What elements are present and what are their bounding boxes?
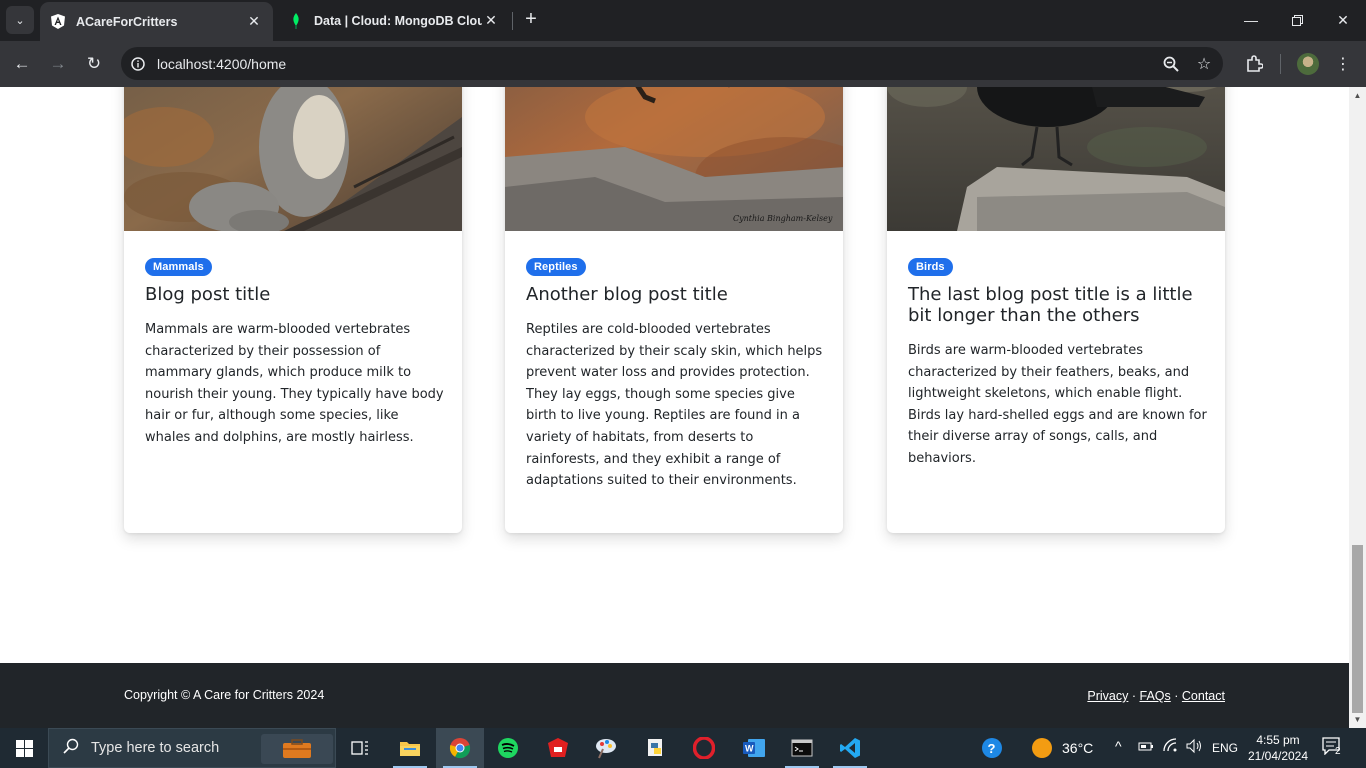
post-title[interactable]: Blog post title [145,284,445,305]
blackbird-photo [887,87,1225,231]
clock-time: 4:55 pm [1256,733,1300,747]
restore-icon[interactable] [1274,0,1320,40]
windows-start-icon[interactable] [0,728,48,768]
tab-title: Data | Cloud: MongoDB Cloud [314,13,482,28]
lizard-photo: Cynthia Bingham-Kelsey [505,87,843,231]
faqs-link[interactable]: FAQs [1140,689,1171,703]
close-window-icon[interactable]: ✕ [1320,0,1366,40]
page-scrollbar[interactable]: ▲ ▼ [1349,87,1366,728]
taskbar-clock[interactable]: 4:55 pm 21/04/2024 [1238,732,1318,764]
url-text: localhost:4200/home [157,55,287,72]
tab-mongodb-cloud[interactable]: Data | Cloud: MongoDB Cloud ✕ [278,0,510,41]
briefcase-icon [261,734,333,764]
browser-toolbar: ← → ↻ localhost:4200/home ☆ ⋮ [0,41,1366,87]
weather-temperature[interactable]: 36°C [1062,740,1093,756]
category-badge[interactable]: Reptiles [526,258,586,276]
volume-icon[interactable] [1186,738,1204,757]
blog-card-mammals[interactable]: Mammals Blog post title Mammals are warm… [124,87,462,533]
contact-link[interactable]: Contact [1182,689,1225,703]
post-title[interactable]: Another blog post title [526,284,826,305]
close-tab-icon[interactable]: ✕ [245,13,263,30]
search-placeholder: Type here to search [91,740,220,756]
card-body: Mammals Blog post title Mammals are warm… [145,257,445,449]
tab-title: ACareForCritters [76,14,178,29]
notification-center-icon[interactable]: 2 [1322,737,1346,759]
language-indicator[interactable]: ENG [1212,741,1238,755]
notification-count: 2 [1335,746,1341,757]
forward-arrow-icon[interactable]: → [45,51,71,77]
card-body: Birds The last blog post title is a litt… [908,257,1208,470]
post-text: Reptiles are cold-blooded vertebrates ch… [526,322,823,489]
scroll-down-icon[interactable]: ▼ [1353,715,1362,724]
blog-card-birds[interactable]: Birds The last blog post title is a litt… [887,87,1225,533]
chrome-menu-icon[interactable]: ⋮ [1330,51,1356,77]
minimize-icon[interactable]: — [1228,0,1274,40]
site-info-icon[interactable] [127,53,149,75]
vscode-icon[interactable] [826,728,874,768]
zoom-icon[interactable] [1161,54,1181,74]
address-bar[interactable]: localhost:4200/home ☆ [121,47,1223,80]
paint-app-icon[interactable] [582,728,630,768]
chevron-up-icon[interactable]: ^ [1115,738,1122,754]
opera-icon[interactable] [680,728,728,768]
blog-card-reptiles[interactable]: Cynthia Bingham-Kelsey Reptiles Another … [505,87,843,533]
tab-acareforcritters[interactable]: ACareForCritters ✕ [40,2,273,41]
angular-logo-icon [50,14,66,30]
extensions-puzzle-icon[interactable] [1241,51,1267,77]
terminal-icon[interactable] [778,728,826,768]
profile-avatar[interactable] [1297,53,1319,75]
search-icon [63,738,79,759]
category-badge[interactable]: Birds [908,258,953,276]
help-icon[interactable]: ? [968,728,1016,768]
close-tab-icon[interactable]: ✕ [482,12,500,29]
garena-icon[interactable] [534,728,582,768]
mongodb-leaf-icon [288,12,304,29]
chevron-down-icon: ⌄ [15,14,25,27]
svg-text:?: ? [988,741,996,756]
task-view-icon[interactable] [336,728,384,768]
privacy-link[interactable]: Privacy [1087,689,1128,703]
card-body: Reptiles Another blog post title Reptile… [526,257,826,492]
reload-icon[interactable]: ↻ [81,51,107,77]
toolbar-divider [1280,54,1281,74]
chrome-icon[interactable] [436,728,484,768]
tab-divider [512,12,513,30]
site-footer: Copyright © A Care for Critters 2024 Pri… [0,663,1349,728]
python-icon[interactable] [632,728,680,768]
file-explorer-icon[interactable] [386,728,434,768]
scroll-up-icon[interactable]: ▲ [1353,91,1362,100]
category-badge[interactable]: Mammals [145,258,212,276]
tab-search-button[interactable]: ⌄ [6,6,34,34]
post-title[interactable]: The last blog post title is a little bit… [908,284,1208,326]
windows-taskbar: Type here to search W ? 36°C ^ ENG 4:55 … [0,728,1366,768]
scrollbar-thumb[interactable] [1352,545,1363,713]
footer-links: Privacy · FAQs · Contact [1087,689,1225,703]
spotify-icon[interactable] [484,728,532,768]
back-arrow-icon[interactable]: ← [9,51,35,77]
browser-tab-strip: ⌄ ACareForCritters ✕ Data | Cloud: Mongo… [0,0,1366,41]
photo-watermark: Cynthia Bingham-Kelsey [733,214,833,223]
taskbar-search-box[interactable]: Type here to search [48,728,336,768]
new-tab-button[interactable]: + [520,8,542,30]
post-text: Mammals are warm-blooded vertebrates cha… [145,322,444,445]
clock-date: 21/04/2024 [1247,749,1309,763]
weather-sun-icon[interactable] [1018,728,1066,768]
link-separator: · [1131,689,1137,703]
bookmark-star-icon[interactable]: ☆ [1194,54,1214,74]
battery-icon[interactable] [1138,739,1154,756]
copyright-text: Copyright © A Care for Critters 2024 [124,688,325,702]
page-viewport: Mammals Blog post title Mammals are warm… [0,87,1349,728]
post-text: Birds are warm-blooded vertebrates chara… [908,343,1207,466]
link-separator: · [1174,689,1179,703]
squirrel-photo [124,87,462,231]
word-icon[interactable]: W [730,728,778,768]
wifi-icon[interactable] [1163,738,1179,757]
svg-text:W: W [745,744,754,754]
